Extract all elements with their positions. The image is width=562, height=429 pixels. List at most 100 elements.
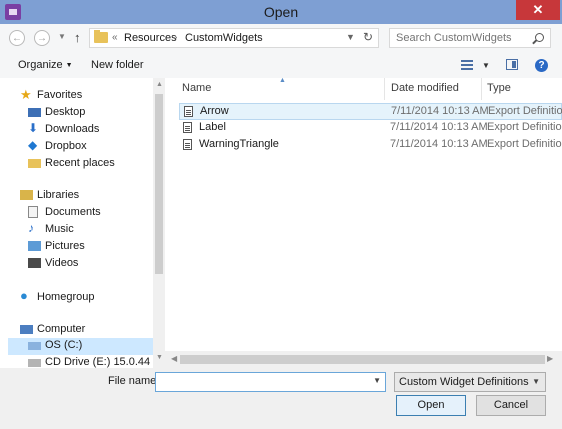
file-icon (183, 122, 192, 133)
libraries-icon (20, 190, 33, 200)
nav-item-label: Documents (45, 206, 101, 218)
pictures-icon (28, 241, 41, 251)
cd-drive-icon (28, 359, 41, 367)
nav-item-label: Homegroup (37, 291, 95, 303)
file-date: 7/11/2014 10:13 AM (390, 121, 488, 133)
search-input[interactable] (390, 29, 542, 47)
cancel-button[interactable]: Cancel (476, 395, 546, 416)
file-name: Arrow (200, 105, 229, 117)
dropbox-icon: ◆ (28, 138, 38, 152)
nav-item-cd-drive[interactable]: CD Drive (E:) 15.0.4420.10 (28, 355, 150, 368)
nav-item-desktop[interactable]: Desktop (28, 105, 150, 122)
breadcrumb-overflow[interactable]: « (112, 32, 118, 43)
column-divider[interactable] (384, 78, 385, 100)
file-date: 7/11/2014 10:13 AM (391, 105, 489, 117)
scroll-thumb[interactable] (155, 94, 163, 274)
star-icon: ★ (20, 87, 32, 102)
filter-chevron-down-icon: ▼ (532, 377, 540, 386)
breadcrumb-customwidgets[interactable]: CustomWidgets (185, 32, 263, 44)
recent-places-icon (28, 159, 41, 168)
file-row[interactable]: WarningTriangle 7/11/2014 10:13 AM Expor… (179, 137, 562, 154)
file-name: WarningTriangle (199, 138, 279, 150)
scroll-left-icon[interactable]: ◀ (171, 354, 177, 363)
forward-button[interactable]: → (34, 30, 50, 46)
file-row[interactable]: Label 7/11/2014 10:13 AM Export Definiti… (179, 120, 562, 137)
up-button[interactable]: ↑ (74, 30, 81, 45)
address-row: ← → ▼ ↑ « Resources › CustomWidgets ▼ ↻ (0, 24, 562, 54)
refresh-icon[interactable]: ↻ (363, 30, 373, 44)
address-chevron-down-icon[interactable]: ▼ (346, 32, 355, 42)
command-bar: Organize ▼ New folder ▼ ? (0, 54, 562, 79)
preview-pane-icon[interactable] (506, 59, 518, 70)
column-divider[interactable] (481, 78, 482, 100)
recent-locations-chevron-icon[interactable]: ▼ (58, 32, 66, 41)
nav-item-videos[interactable]: Videos (28, 256, 150, 273)
new-folder-button[interactable]: New folder (91, 59, 144, 71)
file-date: 7/11/2014 10:13 AM (390, 138, 488, 150)
file-name-combobox[interactable]: ▼ (155, 372, 386, 392)
file-icon (184, 106, 193, 117)
nav-item-libraries[interactable]: Libraries (20, 188, 150, 205)
nav-item-documents[interactable]: Documents (28, 205, 150, 222)
nav-item-label: Recent places (45, 157, 115, 169)
back-button[interactable]: ← (9, 30, 25, 46)
close-button[interactable]: ✕ (516, 0, 560, 20)
nav-item-dropbox[interactable]: ◆ Dropbox (28, 138, 150, 156)
downloads-icon: ⬇ (28, 121, 39, 135)
nav-item-label: Favorites (37, 89, 83, 101)
sort-ascending-icon: ▲ (279, 77, 286, 84)
column-header-type[interactable]: Type (487, 82, 511, 94)
views-chevron-down-icon[interactable]: ▼ (482, 61, 490, 70)
file-type-filter-value: Custom Widget Definitions (399, 376, 529, 388)
breadcrumb-resources[interactable]: Resources (124, 32, 177, 44)
organize-label: Organize (18, 59, 63, 71)
music-icon: ♪ (28, 221, 34, 235)
nav-item-music[interactable]: ♪ Music (28, 221, 150, 239)
computer-icon (20, 325, 33, 334)
documents-icon (28, 206, 38, 218)
file-type: Export Definition (487, 138, 562, 150)
file-type-filter-select[interactable]: Custom Widget Definitions ▼ (394, 372, 546, 392)
title-bar[interactable]: Open ✕ (0, 0, 562, 24)
nav-item-label: Libraries (37, 189, 80, 201)
file-name-input[interactable] (156, 373, 374, 391)
nav-item-label: Pictures (45, 240, 85, 252)
open-button[interactable]: Open (396, 395, 466, 416)
horizontal-scrollbar[interactable]: ◀ ▶ (165, 351, 562, 368)
search-box[interactable] (389, 28, 551, 48)
navigation-scrollbar[interactable]: ▲ ▼ (153, 78, 165, 368)
scroll-down-icon[interactable]: ▼ (156, 354, 163, 361)
help-icon[interactable]: ? (535, 59, 548, 72)
nav-item-pictures[interactable]: Pictures (28, 239, 150, 256)
nav-item-os-drive[interactable]: OS (C:) (8, 338, 153, 355)
nav-item-recent-places[interactable]: Recent places (28, 156, 150, 173)
file-type: Export Definition (488, 105, 562, 117)
file-name-label: File name: (108, 375, 160, 387)
scroll-right-icon[interactable]: ▶ (547, 354, 553, 363)
nav-item-computer[interactable]: Computer (20, 322, 150, 339)
file-name: Label (199, 121, 226, 133)
breadcrumb-separator[interactable]: › (174, 32, 177, 43)
nav-item-label: OS (C:) (45, 339, 83, 351)
file-name-chevron-down-icon[interactable]: ▼ (373, 376, 381, 385)
file-type: Export Definition (487, 121, 562, 133)
column-header-date-modified[interactable]: Date modified (391, 82, 459, 94)
organize-button[interactable]: Organize ▼ (18, 59, 73, 71)
address-bar[interactable]: « Resources › CustomWidgets ▼ ↻ (89, 28, 379, 48)
nav-item-downloads[interactable]: ⬇ Downloads (28, 121, 150, 139)
column-header-name[interactable]: Name (182, 82, 211, 94)
nav-item-homegroup[interactable]: ● Homegroup (20, 288, 150, 307)
videos-icon (28, 258, 41, 268)
nav-item-label: CD Drive (E:) 15.0.4420.10 (45, 356, 150, 368)
search-icon[interactable] (535, 33, 544, 42)
nav-item-favorites[interactable]: ★ Favorites (20, 87, 150, 105)
nav-item-label: Downloads (45, 123, 100, 135)
scroll-thumb[interactable] (180, 355, 545, 364)
file-row[interactable]: Arrow 7/11/2014 10:13 AM Export Definiti… (179, 103, 562, 120)
open-dialog: Open ✕ ← → ▼ ↑ « Resources › CustomWidge… (0, 0, 562, 429)
scroll-up-icon[interactable]: ▲ (156, 81, 163, 88)
change-view-icon[interactable] (461, 60, 473, 70)
navigation-pane: ★ Favorites Desktop ⬇ Downloads ◆ Dropbo… (0, 78, 165, 368)
organize-chevron-down-icon: ▼ (65, 62, 73, 69)
nav-item-label: Computer (37, 323, 86, 335)
